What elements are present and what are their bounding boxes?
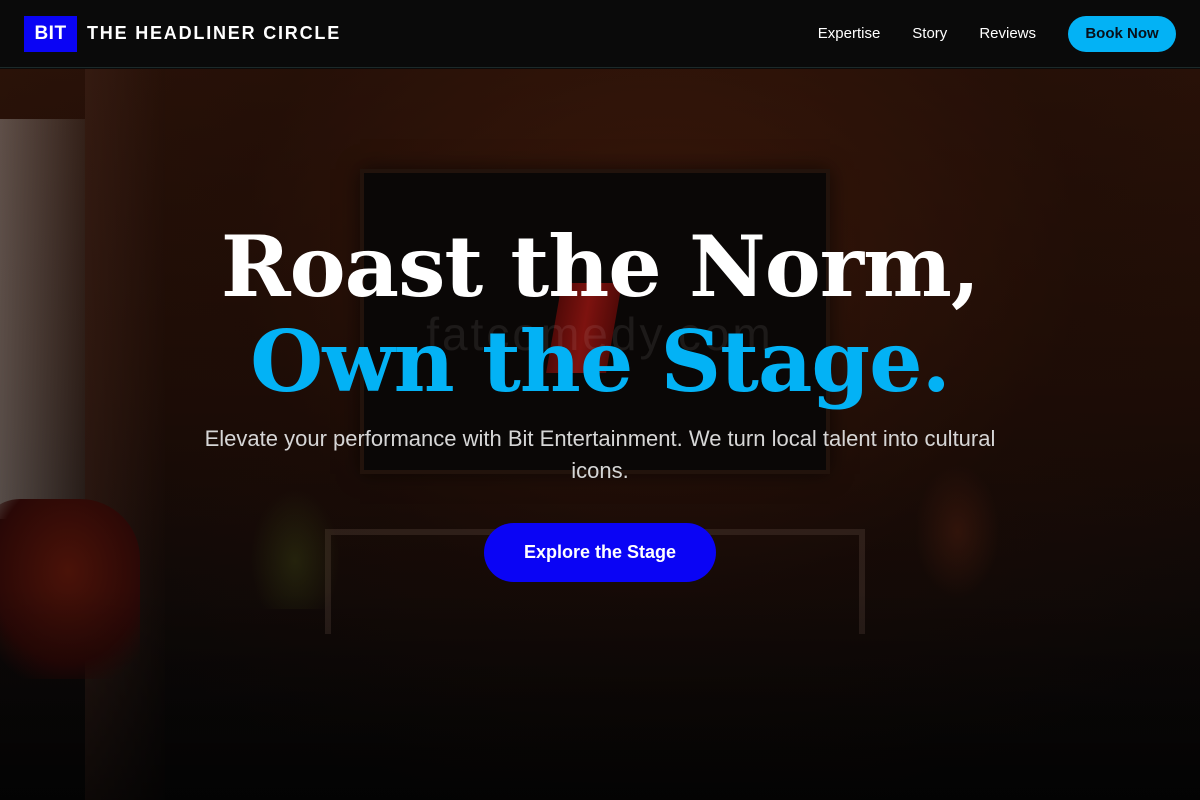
hero-subtitle: Elevate your performance with Bit Entert… [204, 426, 996, 483]
brand-logo[interactable]: BIT [24, 15, 77, 52]
headline-line-2: Own the Stage. [250, 312, 951, 411]
brand-name[interactable]: THE HEADLINER CIRCLE [87, 23, 341, 44]
book-now-button[interactable]: Book Now [1068, 15, 1176, 52]
hero-content: Roast the Norm, Own the Stage. Elevate y… [0, 219, 1200, 582]
hero-headline: Roast the Norm, Own the Stage. [0, 219, 1200, 409]
brand[interactable]: BIT THE HEADLINER CIRCLE [24, 15, 341, 52]
nav-link-reviews[interactable]: Reviews [979, 25, 1036, 42]
explore-stage-button[interactable]: Explore the Stage [484, 523, 716, 582]
hero-section: fatcomedy.com Roast the Norm, Own the St… [0, 69, 1200, 800]
nav-link-expertise[interactable]: Expertise [818, 25, 881, 42]
headline-line-1: Roast the Norm, [220, 217, 980, 316]
background-floor-shade [0, 589, 1200, 800]
nav-links: Expertise Story Reviews Book Now [818, 15, 1176, 52]
nav-link-story[interactable]: Story [912, 25, 947, 42]
top-navbar: BIT THE HEADLINER CIRCLE Expertise Story… [0, 0, 1200, 68]
